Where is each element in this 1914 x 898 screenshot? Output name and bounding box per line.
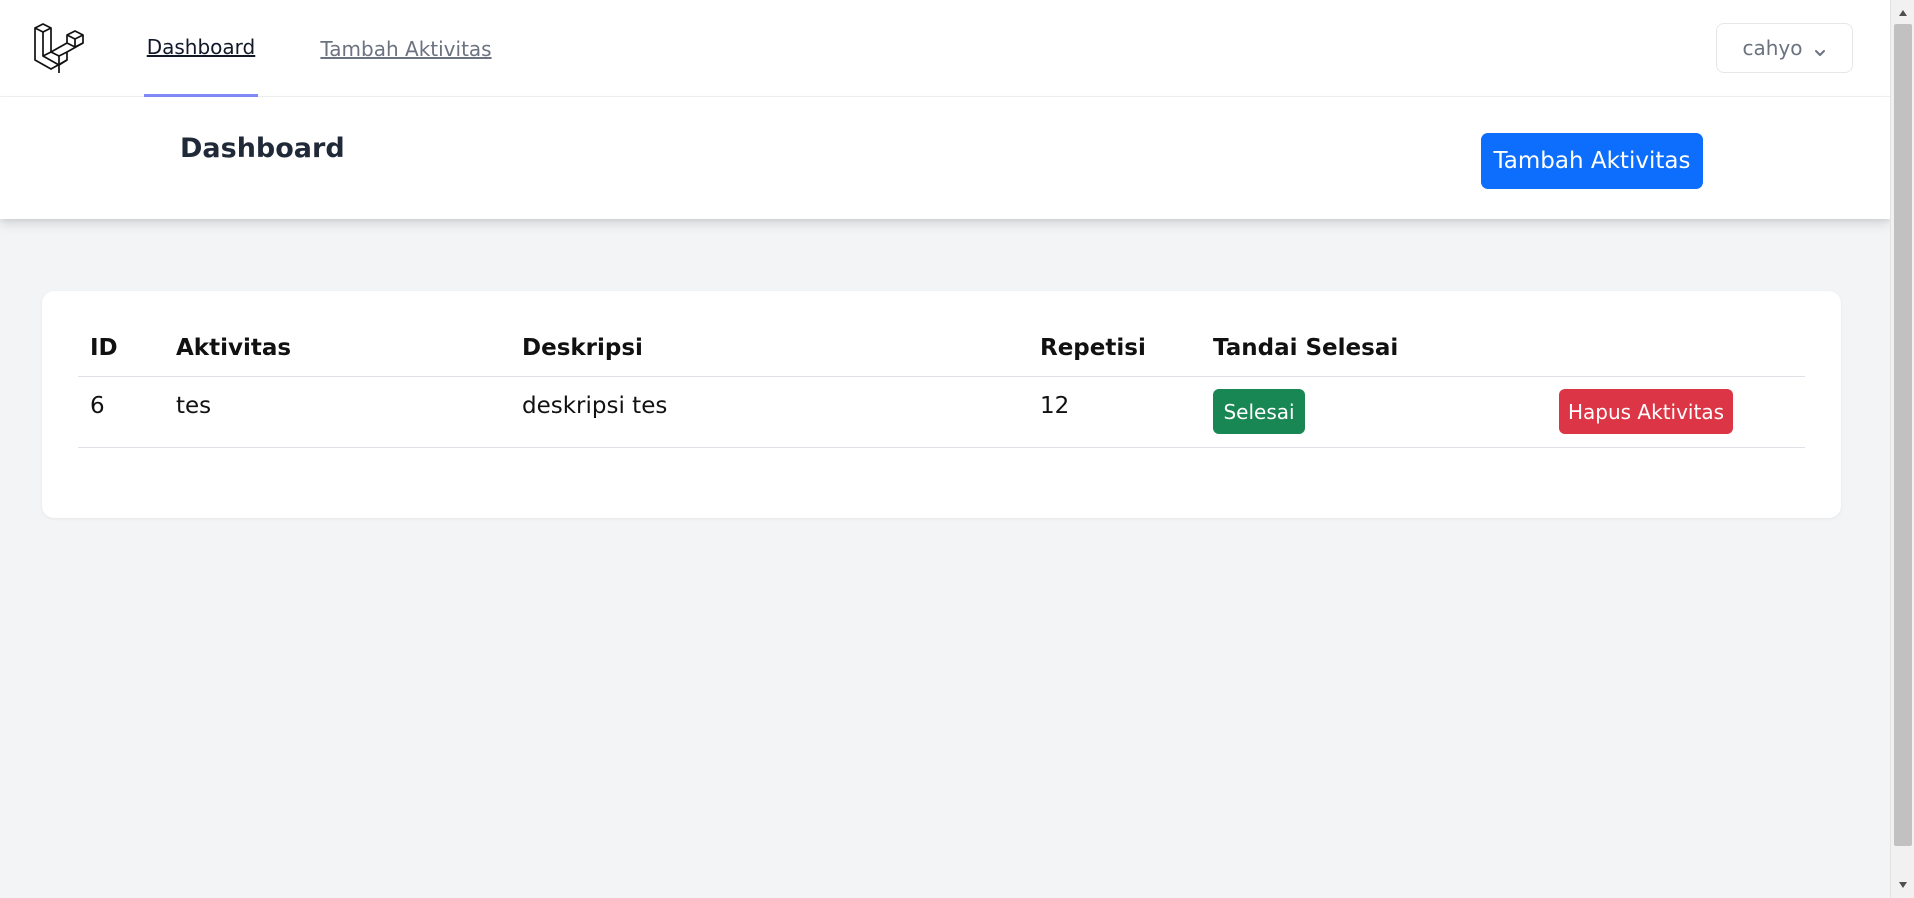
user-name: cahyo — [1742, 36, 1803, 60]
column-header-deskripsi: Deskripsi — [522, 335, 643, 361]
activities-card: ID Aktivitas Deskripsi Repetisi Tandai S… — [42, 291, 1841, 518]
nav-link-tambah-aktivitas-label: Tambah Aktivitas — [320, 36, 492, 61]
table-row: 6 tes deskripsi tes 12 Selesai Hapus Akt… — [78, 377, 1805, 448]
column-header-tandai-selesai: Tandai Selesai — [1213, 335, 1399, 361]
vertical-scrollbar[interactable] — [1890, 0, 1914, 898]
cell-repetisi: 12 — [1040, 393, 1070, 419]
cell-deskripsi: deskripsi tes — [522, 393, 668, 419]
laravel-logo-icon[interactable] — [32, 22, 84, 74]
page-title: Dashboard — [180, 133, 345, 164]
chevron-down-icon — [1813, 41, 1827, 56]
nav-link-dashboard[interactable]: Dashboard — [144, 0, 258, 97]
scroll-up-arrow-icon[interactable] — [1891, 4, 1914, 22]
page-header: Dashboard Tambah Aktivitas — [0, 97, 1890, 219]
top-navbar: Dashboard Tambah Aktivitas cahyo — [0, 0, 1890, 97]
column-header-aktivitas: Aktivitas — [176, 335, 292, 361]
cell-id: 6 — [90, 393, 105, 419]
nav-link-tambah-aktivitas[interactable]: Tambah Aktivitas — [318, 0, 494, 97]
mark-done-button[interactable]: Selesai — [1213, 389, 1305, 434]
nav-link-dashboard-label: Dashboard — [146, 35, 256, 59]
scrollbar-thumb[interactable] — [1894, 24, 1912, 846]
delete-activity-button[interactable]: Hapus Aktivitas — [1559, 389, 1733, 434]
scroll-down-arrow-icon[interactable] — [1891, 876, 1914, 894]
column-header-repetisi: Repetisi — [1040, 335, 1146, 361]
cell-aktivitas: tes — [176, 393, 212, 419]
column-header-id: ID — [90, 335, 118, 361]
user-menu-dropdown[interactable]: cahyo — [1716, 23, 1853, 73]
add-activity-button[interactable]: Tambah Aktivitas — [1481, 133, 1703, 189]
table-header-row: ID Aktivitas Deskripsi Repetisi Tandai S… — [78, 331, 1805, 377]
activities-table: ID Aktivitas Deskripsi Repetisi Tandai S… — [78, 331, 1805, 448]
page: Dashboard Tambah Aktivitas cahyo Dashboa… — [0, 0, 1890, 898]
